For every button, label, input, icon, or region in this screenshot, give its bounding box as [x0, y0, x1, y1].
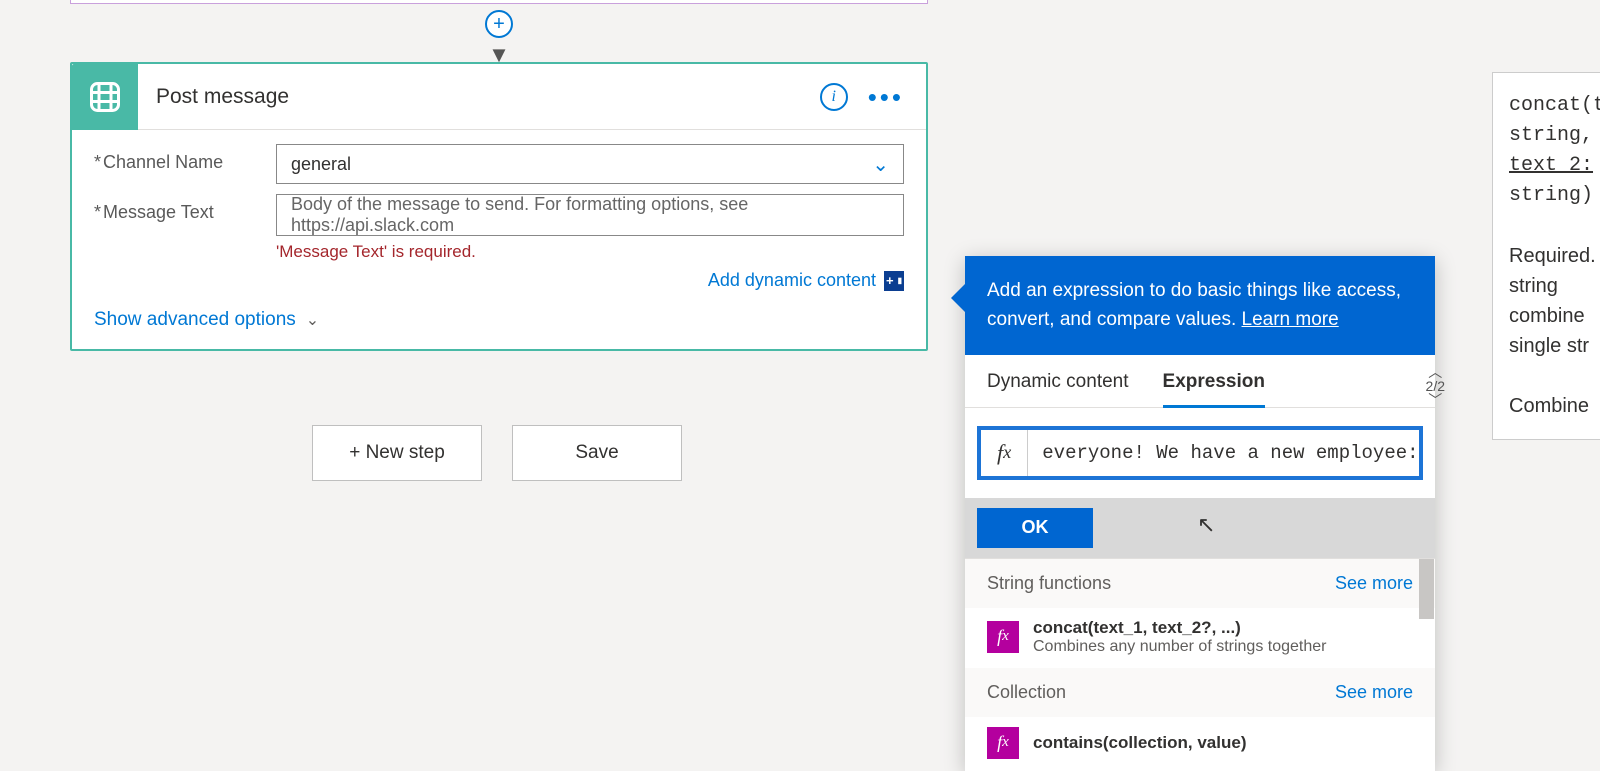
add-dynamic-label: Add dynamic content	[708, 270, 876, 291]
fx-icon: fx	[981, 430, 1028, 476]
help-line: text_2:	[1509, 151, 1600, 181]
message-text-row: *Message Text Body of the message to sen…	[94, 194, 904, 236]
group-name: Collection	[987, 682, 1066, 703]
help-line: string)	[1509, 181, 1600, 211]
expression-input[interactable]: everyone! We have a new employee: ', )	[1028, 442, 1419, 464]
card-title: Post message	[138, 85, 820, 109]
function-signature: concat(text_1, text_2?, ...)	[1033, 618, 1326, 638]
card-body: *Channel Name general ⌄ *Message Text Bo…	[72, 130, 926, 349]
expression-tabs: Dynamic content Expression ︿ 2/2 ﹀	[965, 355, 1435, 408]
pager[interactable]: ︿ 2/2 ﹀	[1426, 365, 1445, 407]
help-line: single str	[1509, 331, 1600, 361]
message-placeholder: Body of the message to send. For formatt…	[291, 194, 889, 236]
function-text: concat(text_1, text_2?, ...) Combines an…	[1033, 618, 1326, 656]
see-more-link[interactable]: See more	[1335, 573, 1413, 594]
see-more-link[interactable]: See more	[1335, 682, 1413, 703]
help-line: string,	[1509, 121, 1600, 151]
more-menu-icon[interactable]: •••	[868, 92, 904, 102]
slack-channel-icon	[72, 64, 138, 130]
function-description: Combines any number of strings together	[1033, 638, 1326, 655]
required-star: *	[94, 202, 101, 222]
group-string-functions: String functions See more	[965, 559, 1435, 608]
fx-icon: fx	[987, 621, 1019, 653]
channel-name-label: *Channel Name	[94, 144, 276, 173]
help-line: string	[1509, 271, 1600, 301]
add-dynamic-icon: +▮	[884, 271, 904, 291]
pager-text: 2/2	[1426, 379, 1445, 393]
function-text: contains(collection, value)	[1033, 733, 1247, 753]
add-step-plus-icon[interactable]: +	[485, 10, 513, 38]
cursor-icon: ↖	[1197, 512, 1215, 538]
ok-button[interactable]: OK	[977, 508, 1093, 548]
show-advanced-options[interactable]: Show advanced options ⌄	[94, 309, 319, 331]
expression-panel: Add an expression to do basic things lik…	[965, 256, 1435, 771]
tab-expression[interactable]: Expression	[1163, 371, 1265, 408]
message-label-text: Message Text	[103, 202, 214, 222]
function-list: String functions See more fx concat(text…	[965, 558, 1435, 771]
action-buttons: + New step Save	[312, 425, 682, 481]
channel-label-text: Channel Name	[103, 152, 223, 172]
help-line: concat(t	[1509, 91, 1600, 121]
message-text-input[interactable]: Body of the message to send. For formatt…	[276, 194, 904, 236]
add-dynamic-content-link[interactable]: Add dynamic content +▮	[94, 270, 904, 291]
chevron-down-icon: ⌄	[872, 152, 889, 177]
group-name: String functions	[987, 573, 1111, 594]
save-button[interactable]: Save	[512, 425, 682, 481]
help-line: Required.	[1509, 241, 1600, 271]
card-header[interactable]: Post message i •••	[72, 64, 926, 130]
learn-more-link[interactable]: Learn more	[1242, 309, 1339, 330]
post-message-card: Post message i ••• *Channel Name general…	[70, 62, 928, 351]
group-collection: Collection See more	[965, 668, 1435, 717]
channel-name-row: *Channel Name general ⌄	[94, 144, 904, 184]
help-tooltip: concat(t string, text_2: string) Require…	[1492, 72, 1600, 440]
function-contains[interactable]: fx contains(collection, value)	[965, 717, 1435, 771]
scrollbar[interactable]	[1419, 559, 1434, 619]
expression-panel-header: Add an expression to do basic things lik…	[965, 256, 1435, 355]
new-step-button[interactable]: + New step	[312, 425, 482, 481]
message-text-label: *Message Text	[94, 194, 276, 223]
channel-name-dropdown[interactable]: general ⌄	[276, 144, 904, 184]
connector: + ▼	[489, 0, 509, 62]
pager-down-icon[interactable]: ﹀	[1426, 393, 1445, 407]
function-signature: contains(collection, value)	[1033, 733, 1247, 753]
show-advanced-label: Show advanced options	[94, 309, 296, 331]
info-icon[interactable]: i	[820, 83, 848, 111]
help-line: combine	[1509, 301, 1600, 331]
help-line: Combine	[1509, 391, 1600, 421]
function-concat[interactable]: fx concat(text_1, text_2?, ...) Combines…	[965, 608, 1435, 668]
chevron-down-icon: ⌄	[306, 310, 319, 330]
channel-value: general	[291, 154, 351, 175]
message-error: 'Message Text' is required.	[276, 242, 904, 262]
expression-header-text: Add an expression to do basic things lik…	[987, 280, 1401, 330]
tab-dynamic-content[interactable]: Dynamic content	[987, 371, 1129, 407]
pager-up-icon[interactable]: ︿	[1426, 365, 1445, 379]
ok-row: OK ↖	[965, 498, 1435, 558]
callout-notch	[951, 284, 965, 312]
fx-icon: fx	[987, 727, 1019, 759]
required-star: *	[94, 152, 101, 172]
expression-input-row: fx everyone! We have a new employee: ', …	[977, 426, 1423, 480]
